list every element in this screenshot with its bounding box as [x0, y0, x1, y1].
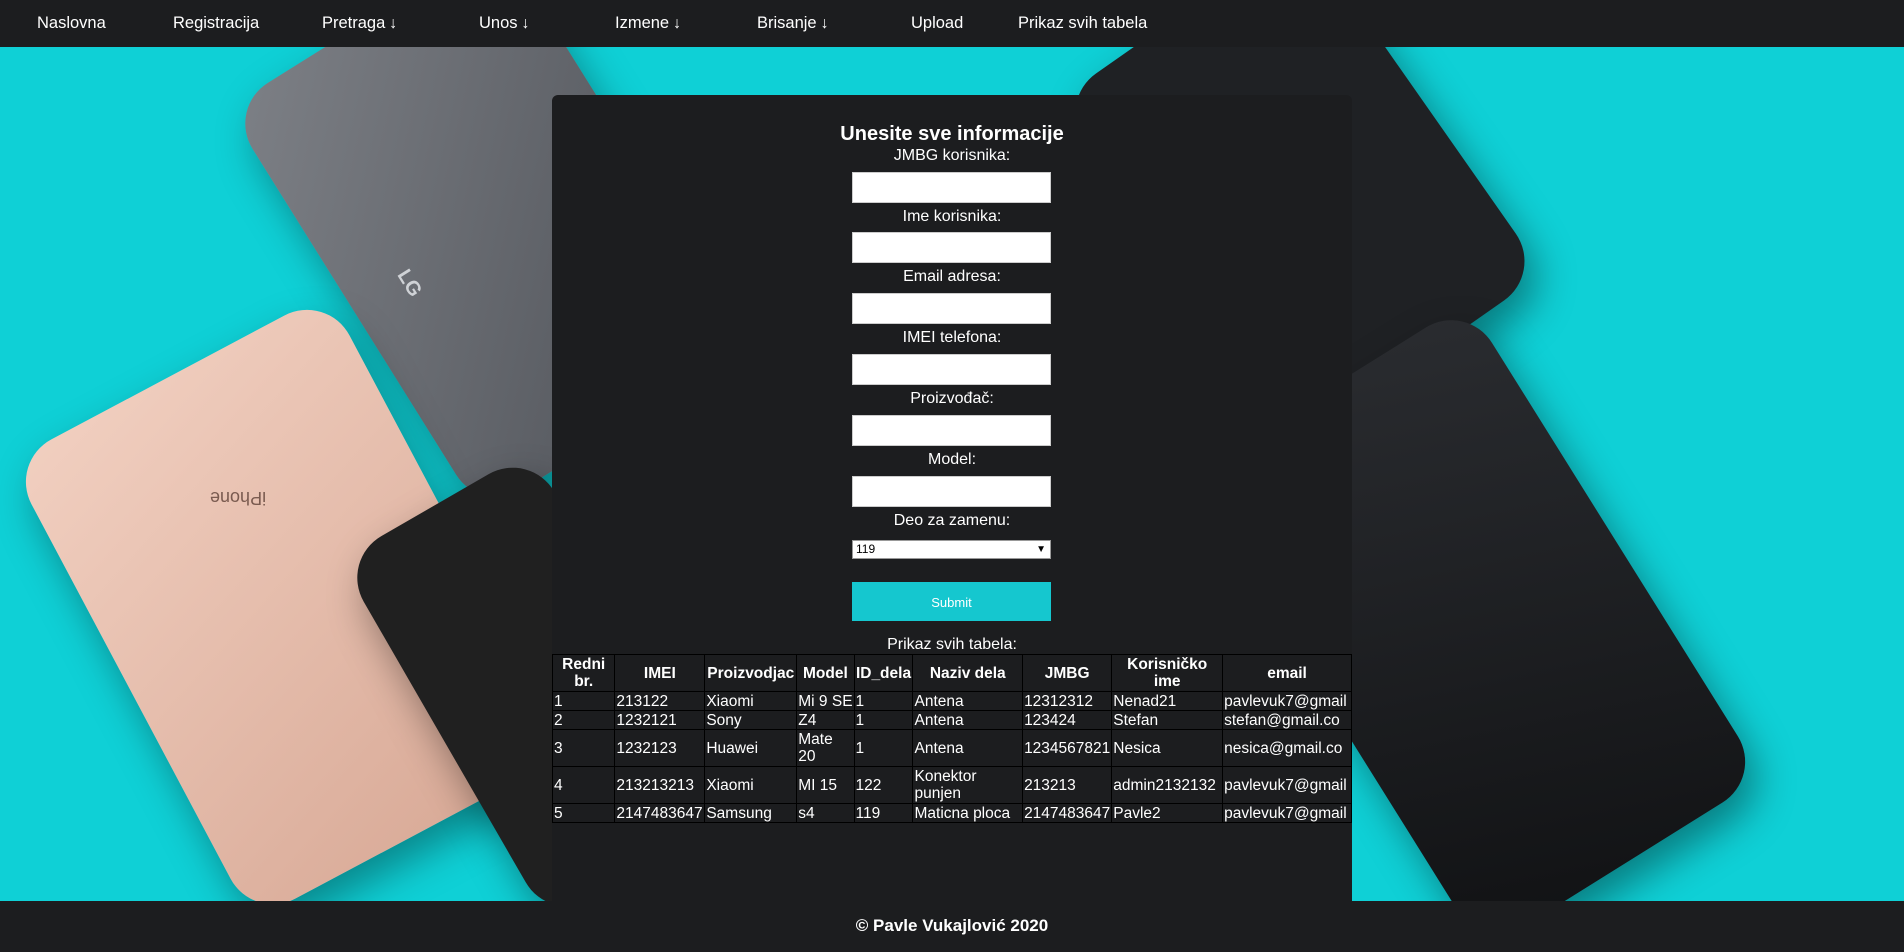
- table-cell: pavlevuk7@gmail: [1222, 691, 1352, 711]
- table-cell: Mate 20: [796, 729, 855, 767]
- form-title: Unesite sve informacije: [840, 123, 1064, 145]
- table-cell: 1: [853, 691, 914, 711]
- table-cell: 1234567821: [1022, 729, 1113, 767]
- table-cell: 1: [853, 710, 914, 730]
- table-cell: Nenad21: [1111, 691, 1224, 711]
- col-header: JMBG: [1022, 654, 1113, 692]
- table-cell: 122: [853, 766, 914, 804]
- table-cell: Xiaomi: [704, 691, 798, 711]
- iphone-label: iPhone: [210, 488, 267, 508]
- table-cell: 1232121: [614, 710, 706, 730]
- proizvodjac-input[interactable]: [852, 415, 1051, 446]
- col-header: Naziv dela: [912, 654, 1024, 692]
- nav-brisanje-dropdown[interactable]: Brisanje ↓: [757, 0, 829, 47]
- table-cell: 4: [551, 766, 616, 804]
- col-header: Korisničko ime: [1111, 654, 1224, 692]
- table-row: 2 1232121 Sony Z4 1 Antena 123424 Stefan…: [551, 710, 1352, 730]
- table-cell: 119: [853, 803, 914, 823]
- table-cell: 12312312: [1022, 691, 1113, 711]
- email-input[interactable]: [852, 293, 1051, 324]
- table-cell: Konektor punjen: [912, 766, 1024, 804]
- jmbg-input[interactable]: [852, 172, 1051, 203]
- table-header-row: Redni br. IMEI Proizvodjac Model ID_dela…: [551, 654, 1352, 692]
- table-cell: pavlevuk7@gmail: [1222, 766, 1352, 804]
- col-header: email: [1222, 654, 1352, 692]
- col-header: Redni br.: [551, 654, 616, 692]
- table-cell: 2147483647: [614, 803, 706, 823]
- table-cell: pavlevuk7@gmail: [1222, 803, 1352, 823]
- table-row: 3 1232123 Huawei Mate 20 1 Antena 123456…: [551, 729, 1352, 767]
- table-cell: 213122: [614, 691, 706, 711]
- table-row: 5 2147483647 Samsung s4 119 Maticna ploc…: [551, 803, 1352, 823]
- table-caption: Prikaz svih tabela:: [887, 636, 1017, 653]
- nav-registracija[interactable]: Registracija: [173, 0, 259, 47]
- table-cell: 2: [551, 710, 616, 730]
- table-cell: admin2132132: [1111, 766, 1224, 804]
- table-cell: 2147483647: [1022, 803, 1113, 823]
- proizvodjac-label: Proizvođač:: [910, 390, 994, 407]
- table-cell: s4: [796, 803, 855, 823]
- email-label: Email adresa:: [903, 268, 1001, 285]
- col-header: Model: [796, 654, 855, 692]
- table-cell: 1: [853, 729, 914, 767]
- top-navbar: Naslovna Registracija Pretraga ↓ Unos ↓ Iz…: [0, 0, 1904, 47]
- arrow-down-icon: ↓: [820, 15, 829, 32]
- table-cell: Huawei: [704, 729, 798, 767]
- table-cell: 1232123: [614, 729, 706, 767]
- model-label: Model:: [927, 451, 977, 468]
- table-cell: Antena: [912, 710, 1024, 730]
- table-cell: MI 15: [796, 766, 855, 804]
- ime-input[interactable]: [852, 232, 1051, 263]
- table-cell: 213213: [1022, 766, 1113, 804]
- nav-prikaz-svih-tabela[interactable]: Prikaz svih tabela: [1018, 0, 1147, 47]
- data-table: Redni br. IMEI Proizvodjac Model ID_dela…: [551, 654, 1352, 823]
- footer-copyright: © Pavle Vukajlović 2020: [855, 916, 1049, 935]
- jmbg-label: JMBG korisnika:: [893, 147, 1011, 164]
- table-cell: Pavle2: [1111, 803, 1224, 823]
- table-cell: stefan@gmail.co: [1222, 710, 1352, 730]
- ime-label: Ime korisnika:: [902, 208, 1002, 225]
- deo-za-zamenu-select[interactable]: 119 ▼: [852, 540, 1051, 559]
- deo-za-zamenu-label: Deo za zamenu:: [893, 512, 1011, 529]
- table-cell: Antena: [912, 729, 1024, 767]
- nav-naslovna[interactable]: Naslovna: [37, 0, 106, 47]
- table-row: 1 213122 Xiaomi Mi 9 SE 1 Antena 1231231…: [551, 691, 1352, 711]
- table-cell: Antena: [912, 691, 1024, 711]
- table-cell: Sony: [704, 710, 798, 730]
- table-cell: Maticna ploca: [912, 803, 1024, 823]
- arrow-down-icon: ↓: [389, 15, 398, 32]
- arrow-down-icon: ↓: [521, 15, 530, 32]
- table-cell: nesica@gmail.co: [1222, 729, 1352, 767]
- nav-unos-dropdown[interactable]: Unos ↓: [479, 0, 530, 47]
- col-header: ID_dela: [853, 654, 914, 692]
- model-input[interactable]: [852, 476, 1051, 507]
- imei-label: IMEI telefona:: [902, 329, 1002, 346]
- imei-input[interactable]: [852, 354, 1051, 385]
- table-cell: Xiaomi: [704, 766, 798, 804]
- table-cell: Samsung: [704, 803, 798, 823]
- table-cell: 213213213: [614, 766, 706, 804]
- table-row: 4 213213213 Xiaomi MI 15 122 Konektor pu…: [551, 766, 1352, 804]
- nav-izmene-dropdown[interactable]: Izmene ↓: [615, 0, 681, 47]
- col-header: IMEI: [614, 654, 706, 692]
- arrow-down-icon: ↓: [673, 15, 682, 32]
- table-cell: Mi 9 SE: [796, 691, 855, 711]
- table-cell: 3: [551, 729, 616, 767]
- submit-button[interactable]: Submit: [852, 582, 1051, 621]
- form-panel: Unesite sve informacije JMBG korisnika: …: [551, 95, 1352, 901]
- footer: © Pavle Vukajlović 2020: [0, 901, 1904, 952]
- select-value: 119: [856, 542, 876, 556]
- table-cell: 123424: [1022, 710, 1113, 730]
- table-cell: 1: [551, 691, 616, 711]
- table-cell: Z4: [796, 710, 855, 730]
- nav-upload[interactable]: Upload: [911, 0, 963, 47]
- table-cell: Nesica: [1111, 729, 1224, 767]
- dropdown-arrow-icon: ▼: [1036, 544, 1046, 555]
- table-cell: 5: [551, 803, 616, 823]
- nav-pretraga-dropdown[interactable]: Pretraga ↓: [322, 0, 397, 47]
- table-cell: Stefan: [1111, 710, 1224, 730]
- col-header: Proizvodjac: [704, 654, 798, 692]
